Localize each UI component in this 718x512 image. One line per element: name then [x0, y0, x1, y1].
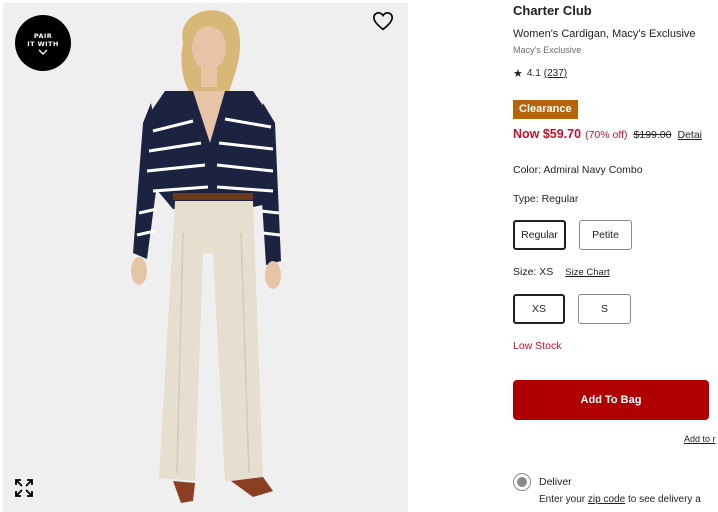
product-title: Women's Cardigan, Macy's Exclusive [513, 28, 696, 40]
pair-it-with-label-line2: IT WITH [27, 39, 59, 48]
size-option-xs[interactable]: XS [513, 294, 565, 324]
product-photo [131, 10, 281, 503]
deliver-radio[interactable] [513, 473, 531, 491]
exclusive-label: Macy's Exclusive [513, 45, 582, 55]
type-label: Type: Regular [513, 193, 579, 205]
zip-code-link[interactable]: zip code [588, 494, 625, 505]
size-row: Size: XS Size Chart [513, 266, 610, 278]
delivery-info: Enter your zip code to see delivery a [539, 494, 701, 505]
discount-percent: (70% off) [585, 129, 628, 141]
rating-summary: ★ 4.1 (237) [513, 67, 567, 80]
add-to-bag-button[interactable]: Add To Bag [513, 380, 709, 420]
color-label: Color: Admiral Navy Combo [513, 164, 643, 176]
price-details-link[interactable]: Detai [677, 129, 702, 141]
pair-it-with-button[interactable]: PAIR IT WITH [15, 15, 71, 71]
delivery-prefix: Enter your [539, 494, 586, 505]
sale-price: Now $59.70 [513, 127, 582, 141]
chevron-down-icon [38, 49, 48, 55]
pair-it-with-label-line1: PAIR [33, 31, 53, 40]
star-icon: ★ [513, 68, 523, 80]
deliver-label: Deliver [539, 476, 572, 488]
product-image-panel[interactable]: PAIR IT WITH [3, 3, 408, 512]
size-option-s[interactable]: S [578, 294, 631, 324]
heart-icon[interactable] [372, 11, 394, 33]
brand-link[interactable]: Charter Club [513, 3, 592, 18]
clearance-badge: Clearance [513, 100, 578, 119]
radio-dot [517, 477, 527, 487]
delivery-suffix: to see delivery a [627, 494, 701, 505]
stock-status: Low Stock [513, 340, 562, 352]
product-info-panel: Charter Club Women's Cardigan, Macy's Ex… [513, 0, 718, 512]
original-price: $199.00 [633, 129, 672, 141]
add-to-registry-link[interactable]: Add to r [684, 434, 716, 444]
type-option-regular[interactable]: Regular [513, 220, 566, 250]
price-row: Now $59.70 (70% off) $199.00 Detai [513, 127, 702, 141]
rating-value: 4.1 [526, 68, 541, 79]
review-count-link[interactable]: (237) [544, 68, 567, 79]
type-option-petite[interactable]: Petite [579, 220, 632, 250]
expand-icon[interactable] [14, 478, 34, 498]
size-label: Size: XS [513, 266, 554, 278]
size-chart-link[interactable]: Size Chart [565, 267, 609, 278]
